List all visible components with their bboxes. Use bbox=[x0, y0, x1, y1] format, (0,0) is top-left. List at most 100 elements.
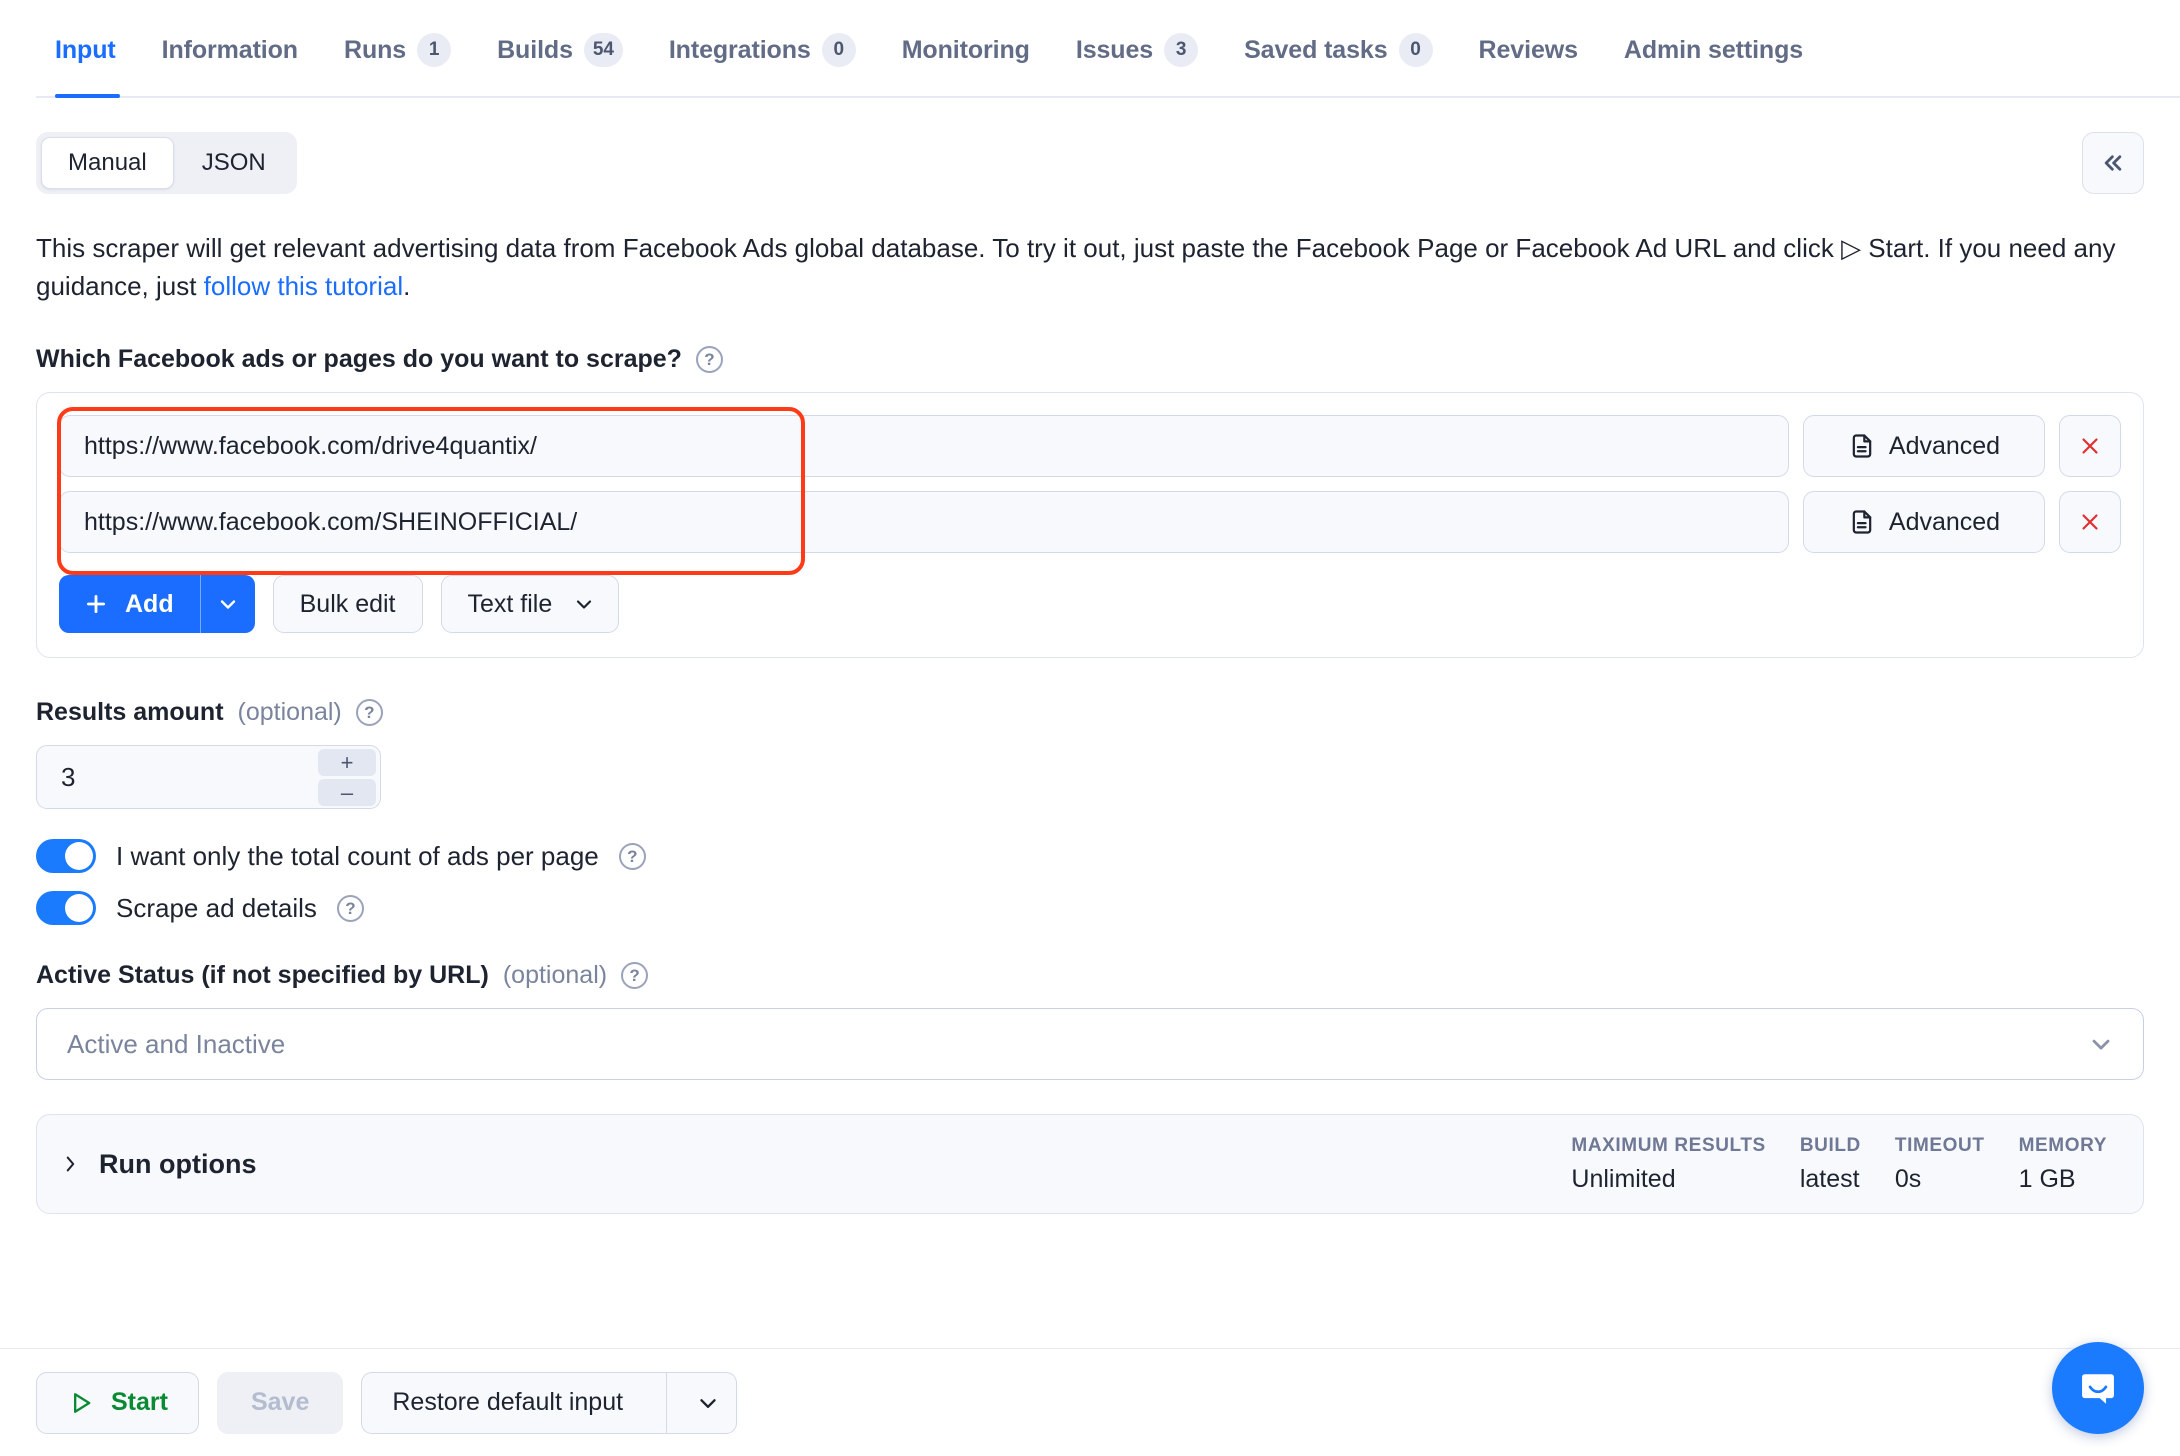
chevron-down-icon bbox=[216, 592, 240, 616]
tab-builds[interactable]: Builds 54 bbox=[474, 2, 646, 98]
tab-label: Input bbox=[55, 35, 116, 64]
tab-reviews[interactable]: Reviews bbox=[1456, 2, 1601, 98]
toggle-scrape-details-switch[interactable] bbox=[36, 891, 96, 926]
advanced-button[interactable]: Advanced bbox=[1803, 491, 2045, 554]
bulk-edit-button[interactable]: Bulk edit bbox=[272, 575, 423, 634]
urls-field-label: Which Facebook ads or pages do you want … bbox=[36, 345, 2144, 374]
results-amount-stepper: + – bbox=[36, 745, 381, 810]
double-chevron-left-icon bbox=[2098, 148, 2128, 178]
add-url-button[interactable]: Add bbox=[59, 575, 200, 633]
tab-label: Integrations bbox=[668, 35, 811, 64]
actor-tabs: Input Information Runs 1 Builds 54 Integ… bbox=[0, 0, 2180, 98]
collapse-panel-button[interactable] bbox=[2082, 132, 2144, 194]
run-options-label: Run options bbox=[99, 1148, 257, 1179]
remove-url-button[interactable] bbox=[2059, 415, 2121, 478]
save-button-label: Save bbox=[250, 1388, 310, 1416]
results-amount-label-text: Results amount bbox=[36, 698, 224, 727]
start-button[interactable]: Start bbox=[36, 1371, 199, 1434]
stat-key: TIMEOUT bbox=[1894, 1134, 1985, 1156]
run-options-toggle[interactable]: Run options bbox=[59, 1149, 256, 1180]
editor-mode-row: Manual JSON bbox=[36, 132, 2144, 194]
tab-integrations[interactable]: Integrations 0 bbox=[646, 2, 879, 98]
toggle-scrape-details-row: Scrape ad details ? bbox=[36, 891, 2144, 926]
remove-url-button[interactable] bbox=[2059, 491, 2121, 554]
chat-bubble-icon bbox=[2075, 1365, 2121, 1411]
stepper-decrement-button[interactable]: – bbox=[318, 779, 376, 807]
tab-issues[interactable]: Issues 3 bbox=[1053, 2, 1221, 98]
close-icon bbox=[2077, 509, 2103, 535]
restore-default-input-group: Restore default input bbox=[361, 1371, 738, 1434]
tab-badge: 0 bbox=[821, 33, 856, 67]
run-options-stats: MAXIMUM RESULTS Unlimited BUILD latest T… bbox=[1537, 1135, 2107, 1194]
url-input[interactable] bbox=[59, 491, 1789, 554]
toggle-total-count-switch[interactable] bbox=[36, 839, 96, 874]
chevron-down-icon bbox=[2087, 1030, 2115, 1058]
tab-admin-settings[interactable]: Admin settings bbox=[1601, 2, 1826, 98]
text-file-button[interactable]: Text file bbox=[440, 575, 620, 634]
restore-default-input-button[interactable]: Restore default input bbox=[362, 1373, 653, 1433]
add-url-button-group: Add bbox=[59, 575, 255, 634]
optional-tag: (optional) bbox=[237, 698, 342, 727]
close-icon bbox=[2077, 433, 2103, 459]
stat-value: 0s bbox=[1894, 1164, 1922, 1193]
question-mark-icon[interactable]: ? bbox=[355, 699, 383, 727]
question-mark-icon[interactable]: ? bbox=[618, 842, 646, 870]
chat-launcher-button[interactable] bbox=[2052, 1342, 2144, 1434]
stat-key: BUILD bbox=[1799, 1134, 1861, 1156]
advanced-button[interactable]: Advanced bbox=[1803, 415, 2045, 478]
chevron-down-icon bbox=[572, 592, 596, 616]
tab-information[interactable]: Information bbox=[139, 2, 321, 98]
results-amount-input[interactable] bbox=[61, 761, 301, 793]
question-mark-icon[interactable]: ? bbox=[695, 346, 723, 374]
stat-value: 1 GB bbox=[2018, 1164, 2076, 1193]
tab-input[interactable]: Input bbox=[36, 2, 139, 98]
stat-maximum-results: MAXIMUM RESULTS Unlimited bbox=[1537, 1135, 1765, 1194]
tab-label: Reviews bbox=[1478, 35, 1578, 64]
action-bar: Start Save Restore default input bbox=[0, 1348, 2180, 1456]
stat-key: MAXIMUM RESULTS bbox=[1571, 1134, 1766, 1156]
results-amount-label: Results amount (optional) ? bbox=[36, 698, 2144, 727]
advanced-button-label: Advanced bbox=[1888, 431, 2001, 460]
stat-build: BUILD latest bbox=[1766, 1135, 1861, 1194]
divider bbox=[666, 1372, 668, 1433]
restore-default-input-label: Restore default input bbox=[392, 1388, 624, 1416]
stat-timeout: TIMEOUT 0s bbox=[1861, 1135, 1985, 1194]
question-mark-icon[interactable]: ? bbox=[336, 894, 364, 922]
stat-value: latest bbox=[1799, 1164, 1860, 1193]
stepper-controls: + – bbox=[318, 749, 376, 807]
run-options-bar[interactable]: Run options MAXIMUM RESULTS Unlimited BU… bbox=[36, 1114, 2144, 1215]
input-form: Manual JSON This scraper will get releva… bbox=[0, 132, 2180, 1215]
mode-manual-button[interactable]: Manual bbox=[41, 137, 174, 189]
question-mark-icon[interactable]: ? bbox=[621, 962, 649, 990]
tab-label: Runs bbox=[343, 35, 407, 64]
tab-runs[interactable]: Runs 1 bbox=[321, 2, 474, 98]
bulk-edit-button-label: Bulk edit bbox=[299, 589, 396, 618]
tab-label: Issues bbox=[1075, 35, 1154, 64]
url-row: Advanced bbox=[59, 415, 2121, 478]
active-status-label: Active Status (if not specified by URL) … bbox=[36, 961, 2144, 990]
tab-monitoring[interactable]: Monitoring bbox=[879, 2, 1053, 98]
chevron-right-icon bbox=[59, 1153, 81, 1175]
active-status-label-text: Active Status (if not specified by URL) bbox=[36, 961, 489, 990]
urls-panel: Advanced bbox=[36, 392, 2144, 659]
chevron-down-icon bbox=[695, 1390, 721, 1416]
actor-description: This scraper will get relevant advertisi… bbox=[36, 230, 2144, 305]
active-status-value: Active and Inactive bbox=[67, 1028, 286, 1059]
tab-label: Monitoring bbox=[901, 35, 1030, 64]
tab-label: Admin settings bbox=[1623, 35, 1804, 64]
plus-icon bbox=[83, 591, 109, 617]
active-status-select[interactable]: Active and Inactive bbox=[36, 1008, 2144, 1081]
tab-label: Information bbox=[161, 35, 298, 64]
mode-json-button[interactable]: JSON bbox=[176, 137, 292, 189]
url-input[interactable] bbox=[59, 415, 1789, 478]
stat-memory: MEMORY 1 GB bbox=[1985, 1135, 2107, 1194]
description-text-part2: . bbox=[403, 270, 411, 301]
add-url-button-label: Add bbox=[125, 589, 174, 618]
tab-saved-tasks[interactable]: Saved tasks 0 bbox=[1221, 2, 1455, 98]
stepper-increment-button[interactable]: + bbox=[318, 749, 376, 777]
restore-dropdown-button[interactable] bbox=[680, 1373, 736, 1433]
start-button-label: Start bbox=[111, 1388, 168, 1416]
tutorial-link[interactable]: follow this tutorial bbox=[204, 271, 403, 301]
save-button: Save bbox=[216, 1371, 344, 1434]
add-url-dropdown-button[interactable] bbox=[201, 575, 255, 633]
